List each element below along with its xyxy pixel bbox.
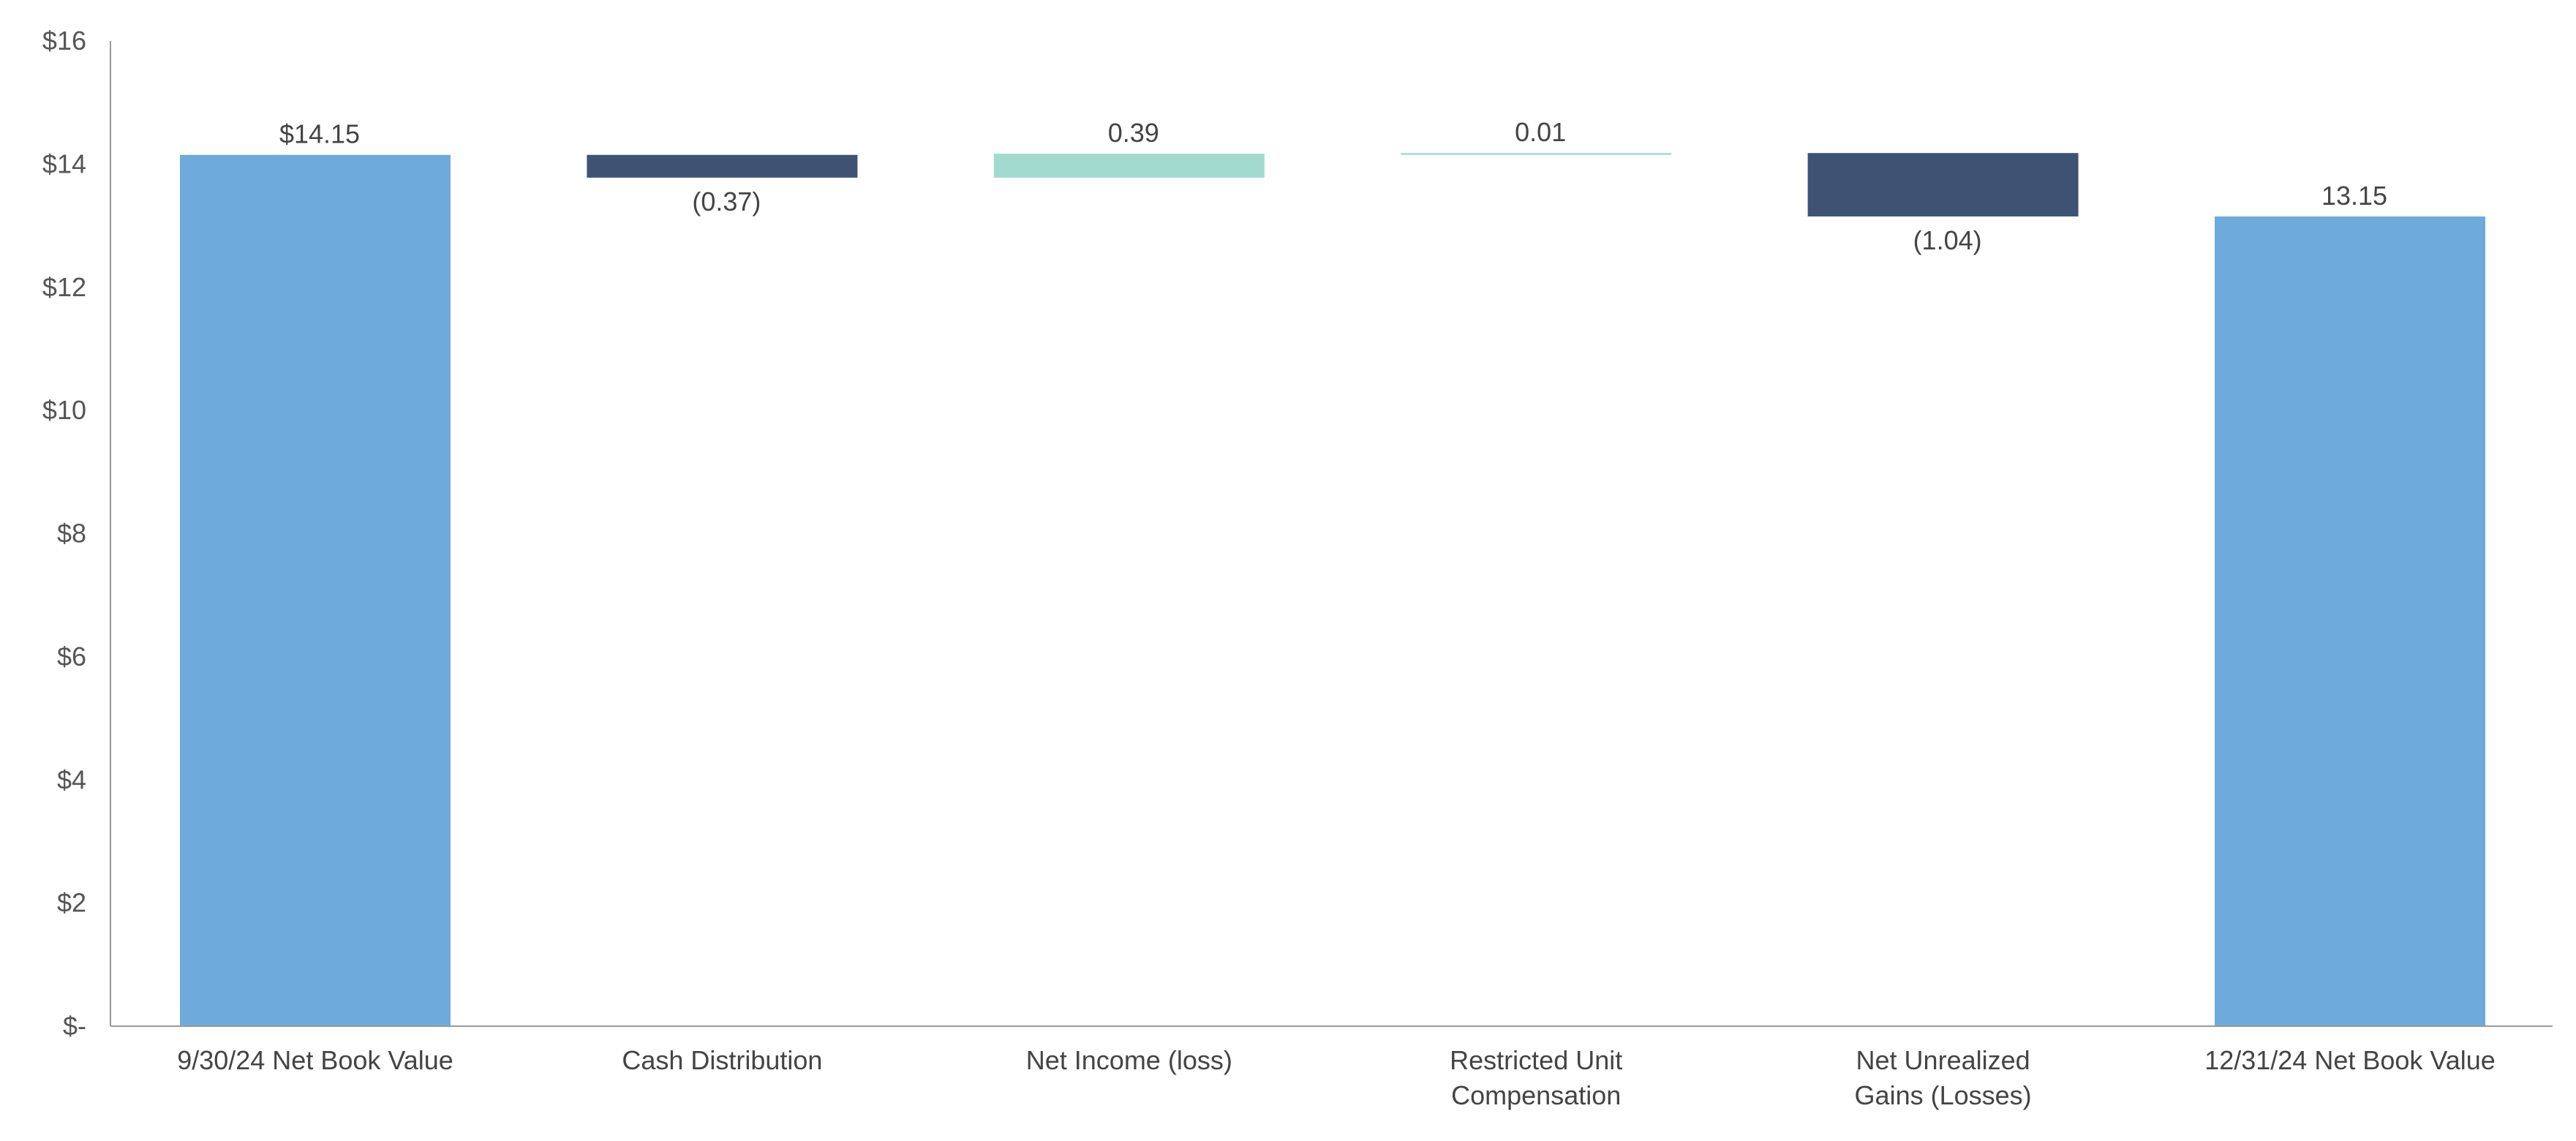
y-tick-label: $-: [63, 1011, 86, 1041]
x-tick-label: Net Income (loss): [1026, 1045, 1232, 1075]
x-tick-label: Cash Distribution: [622, 1045, 822, 1075]
bar-decrease: [1807, 153, 2079, 216]
y-tick-label: $16: [42, 26, 86, 56]
bar-decrease: [587, 154, 858, 178]
x-tick-label: 12/31/24 Net Book Value: [2204, 1045, 2496, 1075]
data-label: 0.01: [1515, 117, 1566, 147]
data-label: 13.15: [2321, 181, 2387, 211]
x-axis-labels: 9/30/24 Net Book Value Cash Distribution N…: [177, 1045, 2496, 1110]
bar-total: [180, 154, 451, 1027]
bars: [180, 153, 2485, 1027]
y-tick-label: $2: [57, 888, 86, 918]
x-tick-label: Compensation: [1451, 1080, 1621, 1110]
bar-increase: [1401, 153, 1672, 155]
data-label: (0.37): [692, 187, 761, 216]
data-label: $14.15: [279, 119, 360, 149]
y-tick-label: $6: [57, 641, 86, 671]
y-tick-label: $10: [42, 395, 86, 425]
x-tick-label: 9/30/24 Net Book Value: [177, 1045, 453, 1075]
y-tick-label: $12: [42, 272, 86, 302]
x-tick-label: Restricted Unit: [1450, 1045, 1622, 1075]
y-axis-ticks: $- $2 $4 $6 $8 $10 $12 $14 $16: [42, 26, 86, 1041]
waterfall-chart: $- $2 $4 $6 $8 $10 $12 $14 $16 $14.15 (0.37) 0.39 0…: [42, 26, 2553, 1110]
x-tick-label: Gains (Losses): [1855, 1080, 2032, 1110]
data-label: (1.04): [1913, 225, 1982, 255]
y-tick-label: $8: [57, 519, 86, 549]
y-tick-label: $14: [42, 148, 86, 178]
bar-increase: [993, 154, 1265, 178]
y-tick-label: $4: [57, 764, 86, 794]
data-label: 0.39: [1108, 118, 1159, 148]
bar-total: [2215, 216, 2485, 1027]
x-tick-label: Net Unrealized: [1856, 1045, 2030, 1075]
